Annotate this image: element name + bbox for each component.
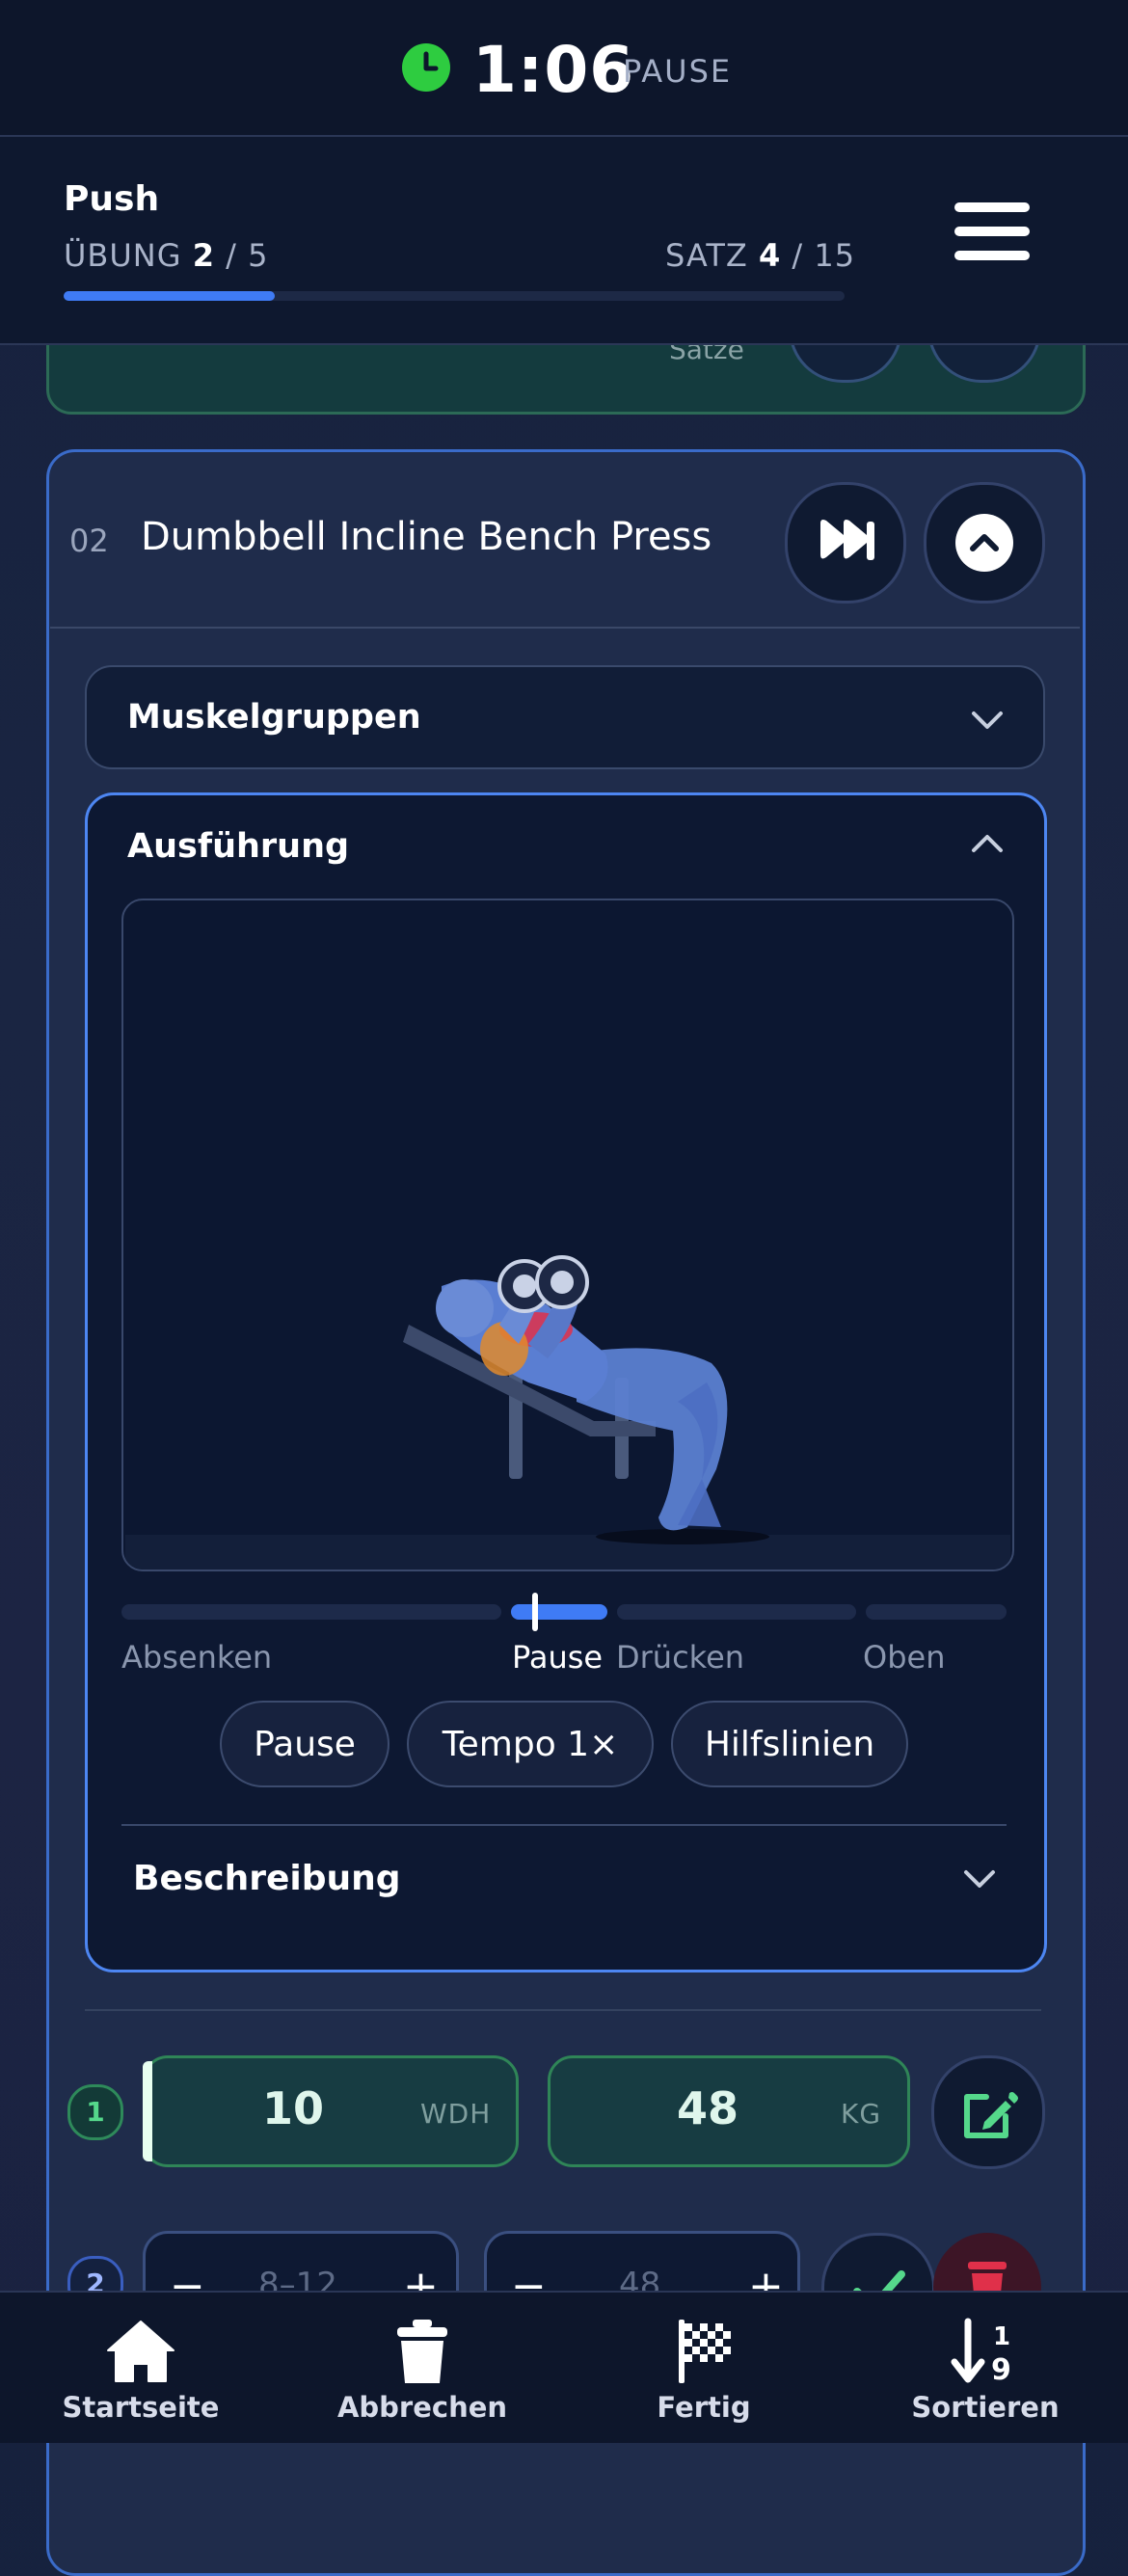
rest-timer-bar: 1:06 PAUSE bbox=[0, 0, 1128, 137]
set-progress-label: SATZ bbox=[665, 237, 748, 274]
nav-done-label: Fertig bbox=[657, 2391, 751, 2424]
phase-label-press: Drücken bbox=[616, 1639, 745, 1676]
set-weight-value: 48 bbox=[677, 2082, 739, 2134]
nav-home-label: Startseite bbox=[62, 2391, 220, 2424]
nav-done[interactable]: Fertig bbox=[563, 2291, 845, 2441]
exercise-name: Dumbbell Incline Bench Press bbox=[141, 515, 712, 559]
tempo-button[interactable]: Tempo 1× bbox=[407, 1701, 654, 1787]
phase-bar-pause bbox=[511, 1604, 607, 1620]
set-progress-total: / 15 bbox=[792, 237, 856, 274]
execution-title[interactable]: Ausführung bbox=[127, 827, 349, 866]
nav-home[interactable]: Startseite bbox=[0, 2291, 282, 2441]
workout-header: Push ÜBUNG 2 / 5 SATZ 4 / 15 bbox=[0, 137, 1128, 345]
edit-set-button[interactable] bbox=[931, 2055, 1045, 2169]
hamburger-menu-icon bbox=[954, 227, 1030, 236]
nav-sort-label: Sortieren bbox=[911, 2391, 1060, 2424]
svg-text:9: 9 bbox=[991, 2353, 1011, 2385]
muscle-groups-title: Muskelgruppen bbox=[127, 698, 421, 737]
svg-text:1: 1 bbox=[993, 2322, 1010, 2351]
exercise-number: 02 bbox=[69, 523, 109, 559]
set-progress-current: 4 bbox=[758, 237, 782, 274]
exercise-progress-total: / 5 bbox=[226, 237, 269, 274]
nav-sort[interactable]: 1 9 Sortieren bbox=[845, 2291, 1126, 2441]
set-progress-text: SATZ 4 / 15 bbox=[665, 237, 855, 274]
workout-progress-fill bbox=[64, 291, 275, 301]
sort-numeric-icon: 1 9 bbox=[951, 2318, 1011, 2385]
edit-icon bbox=[964, 2092, 1018, 2138]
set-reps-value: 10 bbox=[262, 2082, 325, 2134]
home-icon bbox=[107, 2321, 175, 2382]
nav-cancel[interactable]: Abbrechen bbox=[282, 2291, 563, 2441]
phase-label-pause: Pause bbox=[512, 1639, 604, 1676]
chevron-up-circle-icon bbox=[955, 514, 1013, 572]
workout-title: Push bbox=[64, 179, 160, 219]
guides-button[interactable]: Hilfslinien bbox=[671, 1701, 908, 1787]
card-divider bbox=[50, 627, 1080, 629]
sets-divider bbox=[85, 2009, 1041, 2011]
phase-label-top: Oben bbox=[863, 1639, 946, 1676]
set-number-badge: 1 bbox=[67, 2084, 123, 2140]
description-divider bbox=[121, 1824, 1007, 1826]
exercise-progress-label: ÜBUNG bbox=[64, 237, 182, 274]
chevron-up-icon[interactable] bbox=[968, 829, 1007, 858]
description-toggle[interactable]: Beschreibung bbox=[133, 1859, 401, 1898]
incline-bench-press-figure-icon bbox=[403, 1255, 769, 1544]
phase-bar-press bbox=[617, 1604, 856, 1620]
clock-icon bbox=[402, 43, 450, 92]
menu-button[interactable] bbox=[947, 195, 1034, 272]
trash-icon bbox=[397, 2320, 447, 2383]
set-reps-unit: WDH bbox=[420, 2098, 492, 2130]
exercise-animation bbox=[121, 899, 1014, 1571]
phase-position-marker[interactable] bbox=[532, 1593, 538, 1631]
collapse-exercise-button[interactable] bbox=[924, 482, 1045, 604]
rest-timer-label: PAUSE bbox=[623, 53, 733, 90]
set-weight-unit: KG bbox=[841, 2098, 882, 2130]
fast-forward-icon bbox=[820, 520, 874, 560]
skip-exercise-button[interactable] bbox=[785, 482, 906, 604]
phase-bar-top bbox=[866, 1604, 1007, 1620]
checkered-flag-icon bbox=[679, 2320, 731, 2383]
phase-label-lower: Absenken bbox=[121, 1639, 273, 1676]
hamburger-menu-icon bbox=[954, 251, 1030, 260]
nav-cancel-label: Abbrechen bbox=[336, 2391, 508, 2424]
set-reps-accent bbox=[143, 2061, 152, 2161]
exercise-progress-text: ÜBUNG 2 / 5 bbox=[64, 237, 268, 274]
chevron-down-icon bbox=[972, 711, 1003, 729]
exercise-progress-current: 2 bbox=[192, 237, 215, 274]
hamburger-menu-icon bbox=[954, 202, 1030, 212]
rest-timer-value: 1:06 bbox=[472, 33, 635, 107]
pause-animation-button[interactable]: Pause bbox=[220, 1701, 389, 1787]
phase-bar-lower bbox=[121, 1604, 501, 1620]
chevron-down-icon[interactable] bbox=[960, 1865, 999, 1893]
